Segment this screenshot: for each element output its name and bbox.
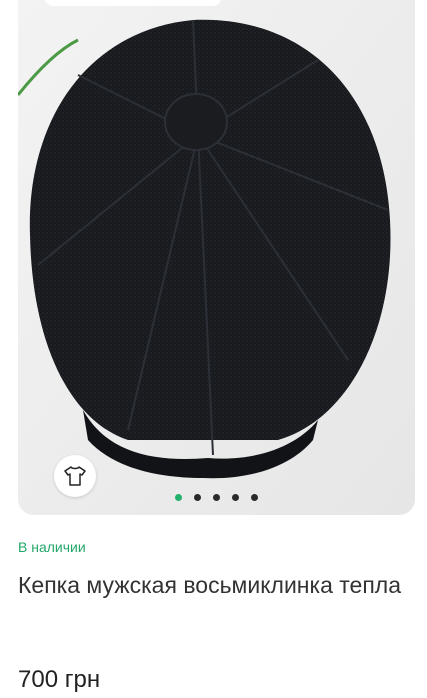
product-image-gallery[interactable] bbox=[18, 0, 415, 515]
gallery-pagination bbox=[18, 494, 415, 504]
tshirt-icon bbox=[64, 466, 86, 486]
availability-label: В наличии bbox=[18, 539, 86, 555]
pagination-dot-active[interactable] bbox=[175, 494, 182, 501]
pagination-dot[interactable] bbox=[251, 494, 258, 501]
pagination-dot[interactable] bbox=[194, 494, 201, 501]
try-on-button[interactable] bbox=[54, 455, 96, 497]
pagination-dot[interactable] bbox=[232, 494, 239, 501]
product-photo bbox=[18, 0, 415, 515]
pagination-dot[interactable] bbox=[213, 494, 220, 501]
product-price: 700 грн bbox=[18, 666, 101, 693]
product-title: Кепка мужская восьмиклинка тепла bbox=[18, 572, 401, 598]
top-badge bbox=[44, 0, 222, 6]
